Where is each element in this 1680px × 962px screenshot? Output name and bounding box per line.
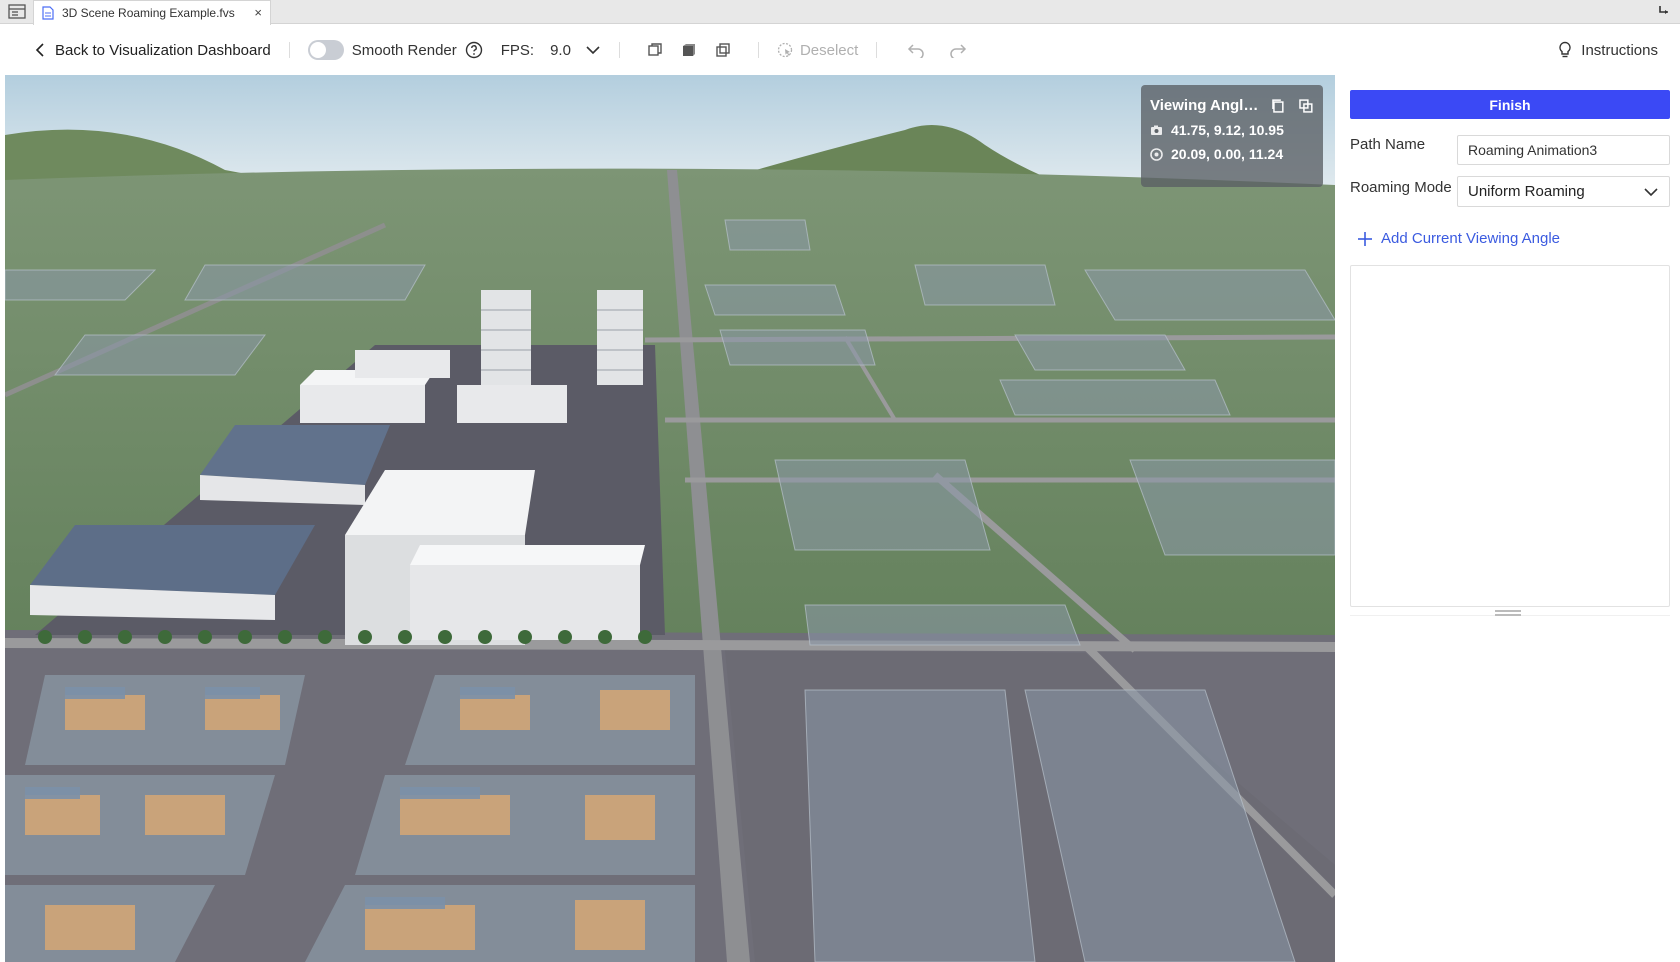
deselect-label: Deselect	[799, 41, 859, 59]
add-viewing-angle-label: Add Current Viewing Angle	[1381, 230, 1561, 247]
add-viewing-angle-button[interactable]: Add Current Viewing Angle	[1357, 230, 1560, 247]
tab-overflow-icon[interactable]	[1658, 4, 1672, 18]
path-name-label: Path Name	[1350, 136, 1426, 153]
target-icon	[1150, 147, 1163, 161]
plus-icon	[1358, 231, 1372, 246]
viewing-angle-list	[1350, 265, 1670, 607]
viewing-angle-panel: Viewing Angle... 41.75, 9.12, 10.95 20.0…	[1141, 85, 1323, 187]
camera-position: 41.75, 9.12, 10.95	[1171, 122, 1284, 138]
toolbar-divider	[876, 42, 878, 58]
roaming-mode-label: Roaming Mode	[1350, 179, 1452, 196]
toolbar: Back to Visualization Dashboard Smooth R…	[5, 25, 1680, 75]
deselect-icon	[777, 42, 793, 57]
toolbar-divider	[618, 42, 620, 58]
copy-icon[interactable]	[1270, 98, 1286, 114]
finish-button[interactable]: Finish	[1350, 90, 1670, 119]
instructions-button[interactable]: Instructions	[1557, 41, 1658, 59]
deselect-button[interactable]: Deselect	[777, 42, 858, 59]
instructions-label: Instructions	[1581, 41, 1658, 59]
lightbulb-icon	[1559, 41, 1571, 58]
resize-handle[interactable]	[1495, 608, 1521, 618]
paste-icon[interactable]	[1298, 98, 1314, 114]
undo-icon[interactable]	[907, 42, 925, 58]
redo-icon[interactable]	[949, 42, 967, 58]
viewing-angle-title: Viewing Angle...	[1150, 97, 1259, 114]
smooth-render-toggle[interactable]	[307, 40, 344, 60]
camera-icon	[1151, 125, 1162, 135]
toolbar-divider	[757, 42, 759, 58]
tab-scene-file[interactable]: 3D Scene Roaming Example.fvs ×	[33, 0, 271, 25]
toolbar-divider	[288, 42, 290, 58]
scene-viewport[interactable]	[5, 75, 1335, 962]
fps-value: 9.0	[550, 41, 571, 59]
fps-label: FPS:	[500, 41, 535, 59]
file-icon	[42, 6, 54, 20]
roaming-mode-value: Uniform Roaming	[1468, 183, 1585, 200]
chevron-down-icon	[1644, 188, 1658, 197]
copy-layer-icon[interactable]	[647, 42, 663, 58]
3d-scene-render[interactable]	[5, 75, 1335, 962]
tab-title: 3D Scene Roaming Example.fvs	[62, 6, 235, 20]
back-link-label: Back to Visualization Dashboard	[55, 41, 271, 59]
roaming-mode-select[interactable]: Uniform Roaming	[1457, 176, 1670, 207]
duplicate-icon[interactable]	[715, 42, 731, 58]
app-menu-icon[interactable]	[8, 4, 26, 20]
tab-strip: 3D Scene Roaming Example.fvs ×	[0, 0, 1680, 25]
roaming-settings-panel: Finish Path Name Roaming Mode Uniform Ro…	[1335, 75, 1680, 962]
smooth-render-label: Smooth Render	[351, 41, 457, 59]
chevron-down-icon[interactable]	[585, 42, 601, 58]
path-name-input[interactable]	[1457, 135, 1670, 165]
back-to-dashboard-link[interactable]: Back to Visualization Dashboard	[33, 42, 271, 59]
chevron-left-icon	[35, 43, 44, 57]
help-circle-icon[interactable]	[465, 41, 483, 59]
close-icon[interactable]: ×	[254, 5, 262, 20]
cube-icon[interactable]	[681, 42, 697, 58]
target-position: 20.09, 0.00, 11.24	[1171, 146, 1284, 162]
